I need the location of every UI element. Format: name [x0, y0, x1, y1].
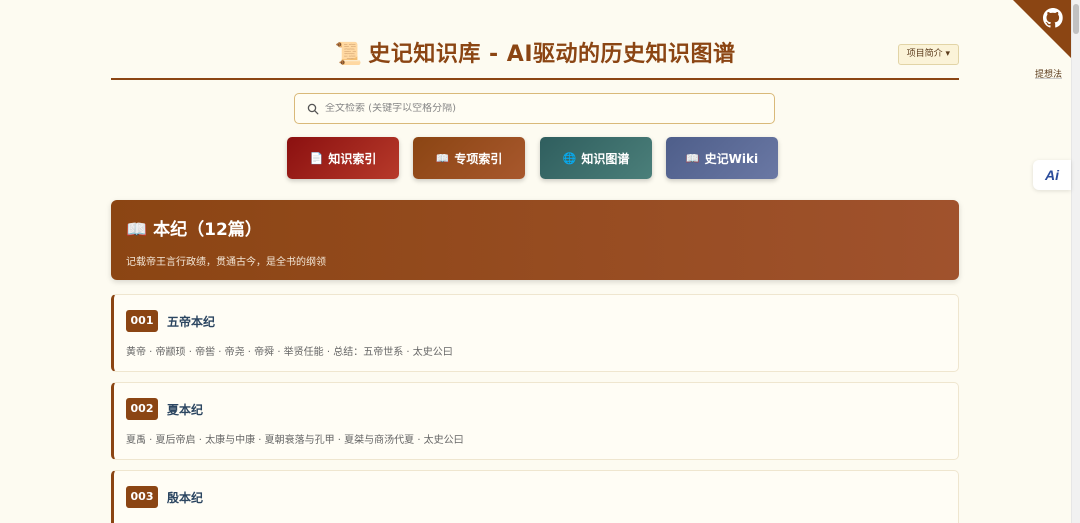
shiji-wiki-label: 史记Wiki [704, 151, 759, 166]
shiji-wiki-button[interactable]: 📖 史记Wiki [666, 137, 778, 179]
knowledge-graph-button[interactable]: 🌐 知识图谱 [540, 137, 652, 179]
chapter-summary: 黄帝 · 帝颛顼 · 帝喾 · 帝尧 · 帝舜 · 举贤任能 · 总结：五帝世系… [126, 347, 453, 358]
scrollbar-thumb[interactable] [1073, 4, 1079, 34]
page-scrollbar[interactable] [1071, 0, 1080, 523]
knowledge-index-label: 知识索引 [328, 151, 377, 166]
idea-feedback-link[interactable]: 提想法 [1035, 67, 1062, 80]
chapter-summary: 夏禹 · 夏后帝启 · 太康与中康 · 夏朝衰落与孔甲 · 夏桀与商汤代夏 · … [126, 435, 464, 446]
scroll-icon: 📜 [334, 42, 363, 67]
chapter-title[interactable]: 五帝本纪 [167, 313, 215, 330]
chapter-card[interactable]: 003 殷本纪 [111, 470, 959, 523]
github-cat-icon [1043, 8, 1063, 28]
chapter-card[interactable]: 002 夏本纪 夏禹 · 夏后帝启 · 太康与中康 · 夏朝衰落与孔甲 · 夏桀… [111, 382, 959, 460]
chapter-number: 002 [126, 398, 158, 420]
search-box[interactable] [294, 93, 775, 124]
globe-icon: 🌐 [562, 151, 577, 165]
book-icon: 📖 [685, 151, 700, 165]
section-header-benji: 📖 本纪（12篇） 记载帝王言行政绩，贯通古今，是全书的纲领 [111, 200, 959, 280]
page-title: 📜 史记知识库 - AI驱动的历史知识图谱 [111, 36, 959, 68]
github-corner-link[interactable] [1011, 0, 1071, 58]
page-header: 📜 史记知识库 - AI驱动的历史知识图谱 项目简介 ▾ [111, 30, 959, 80]
chapter-number: 001 [126, 310, 158, 332]
page-title-text: 史记知识库 - AI驱动的历史知识图谱 [368, 42, 736, 67]
book-icon: 📖 [126, 220, 148, 240]
knowledge-graph-label: 知识图谱 [581, 151, 630, 166]
chapter-title[interactable]: 殷本纪 [167, 489, 203, 506]
special-index-label: 专项索引 [454, 151, 503, 166]
ai-assistant-button[interactable]: Ai [1033, 160, 1071, 190]
search-input[interactable] [325, 103, 745, 114]
project-intro-dropdown[interactable]: 项目简介 ▾ [897, 44, 959, 65]
chapter-number: 003 [126, 486, 158, 508]
chapter-title[interactable]: 夏本纪 [167, 401, 203, 418]
search-icon [307, 103, 319, 114]
special-index-button[interactable]: 📖 专项索引 [413, 137, 525, 179]
section-description: 记载帝王言行政绩，贯通古今，是全书的纲领 [126, 257, 326, 268]
document-icon: 📄 [309, 151, 324, 165]
chapter-card[interactable]: 001 五帝本纪 黄帝 · 帝颛顼 · 帝喾 · 帝尧 · 帝舜 · 举贤任能 … [111, 294, 959, 372]
book-icon: 📖 [435, 151, 450, 165]
section-title-text: 本纪（12篇） [153, 220, 262, 240]
knowledge-index-button[interactable]: 📄 知识索引 [287, 137, 399, 179]
section-title: 📖 本纪（12篇） [126, 215, 262, 240]
